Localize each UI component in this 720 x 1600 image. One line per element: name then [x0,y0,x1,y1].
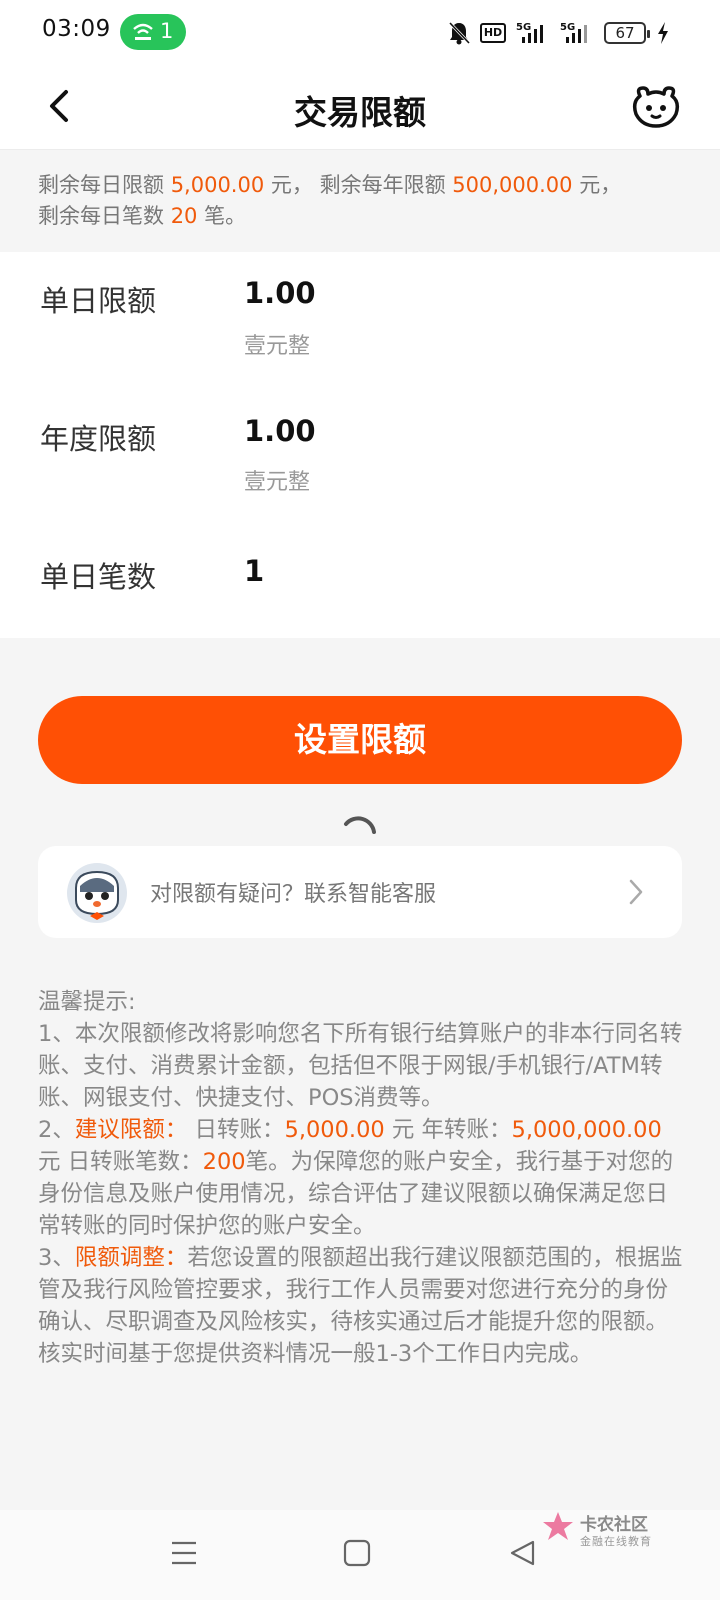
tips-item-2-year-amount: 5,000,000.00 [511,1117,662,1143]
set-limit-button[interactable]: 设置限额 [38,696,682,784]
robot-avatar-icon [67,863,127,923]
smart-service-card[interactable]: 对限额有疑问？联系智能客服 [38,846,682,938]
tips-title: 温馨提示: [38,989,136,1015]
limit-form: 单日限额 壹元整 年度限额 壹元整 单日笔数 [0,252,720,638]
notice-count-unit: 笔。 [204,204,247,228]
notice-count-value: 20 [170,204,198,228]
daily-limit-words: 壹元整 [244,334,311,359]
page-title: 交易限额 [294,93,426,132]
nav-header: 交易限额 [0,64,720,150]
tips-item-3-highlight: 限额调整： [74,1245,188,1271]
hotspot-count: 1 [160,19,174,43]
chevron-right-icon [629,879,643,905]
notice-yearly-prefix: 剩余每年限额 [319,173,446,197]
tips-item-2-highlight: 建议限额： [74,1117,188,1143]
notice-daily-unit: 元， [270,173,313,197]
hd-icon: HD [480,23,506,43]
status-icons: HD 5G 5G 67 [448,20,670,46]
tips-item-1: 1、本次限额修改将影响您名下所有银行结算账户的非本行同名转账、支付、消费累计金额… [38,1021,683,1111]
back-icon[interactable] [508,1538,538,1568]
notice-count-prefix: 剩余每日笔数 [38,204,164,228]
status-bar: 03:09 1 HD 5G 5G 67 [0,0,720,64]
tips-item-2-count-label: 元 日转账笔数： [38,1149,203,1175]
tips-item-2-day-amount: 5,000.00 [284,1117,385,1143]
annual-limit-label: 年度限额 [40,422,157,456]
tips-section: 温馨提示: 1、本次限额修改将影响您名下所有银行结算账户的非本行同名转账、支付、… [38,986,684,1370]
wifi-hotspot-icon [133,23,153,40]
tips-item-2-prefix: 2、 [38,1117,75,1143]
notice-daily-prefix: 剩余每日限额 [38,173,164,197]
tips-item-2: 2、建议限额： 日转账：5,000.00 元 年转账：5,000,000.00 … [38,1114,684,1242]
customer-service-icon[interactable] [630,84,682,130]
service-card-text: 对限额有疑问？联系智能客服 [150,882,437,907]
signal-5g-icon: 5G [516,22,543,43]
loading-spinner-icon [344,816,376,834]
menu-icon[interactable] [170,1538,198,1568]
tips-item-2-year-label: 元 年转账： [384,1117,512,1143]
mute-icon [448,21,470,45]
tips-item-3-prefix: 3、 [38,1245,75,1271]
notice-daily-amount: 5,000.00 [170,173,265,197]
home-icon[interactable] [342,1538,372,1568]
svg-text:5G: 5G [560,22,575,33]
watermark-title: 卡农社区 [580,1515,648,1535]
status-time: 03:09 [42,16,111,42]
annual-limit-input[interactable] [244,414,664,448]
tips-item-3: 3、限额调整：若您设置的限额超出我行建议限额范围的，根据监管及我行风险管控要求，… [38,1242,684,1370]
notice-yearly-unit: 元， [579,173,622,197]
daily-count-label: 单日笔数 [40,560,157,594]
remaining-limit-notice: 剩余每日限额 5,000.00 元， 剩余每年限额 500,000.00 元， … [0,150,720,252]
tips-item-2-count-value: 200 [202,1149,246,1175]
daily-count-input[interactable] [244,554,664,588]
kanong-logo-icon [543,1512,573,1540]
annual-limit-words: 壹元整 [244,470,311,495]
watermark-subtitle: 金融在线教育 [580,1535,652,1548]
signal-5g-icon: 5G [560,22,587,43]
battery-icon: 67 [604,22,650,44]
hotspot-pill[interactable]: 1 [120,14,186,50]
tips-item-2-day-label: 日转账： [187,1117,285,1143]
daily-limit-label: 单日限额 [40,284,157,318]
notice-yearly-amount: 500,000.00 [452,173,573,197]
kanong-watermark: 卡农社区 金融在线教育 [540,1508,670,1554]
charging-icon [658,22,668,44]
daily-limit-input[interactable] [244,276,664,310]
svg-text:5G: 5G [516,22,531,33]
